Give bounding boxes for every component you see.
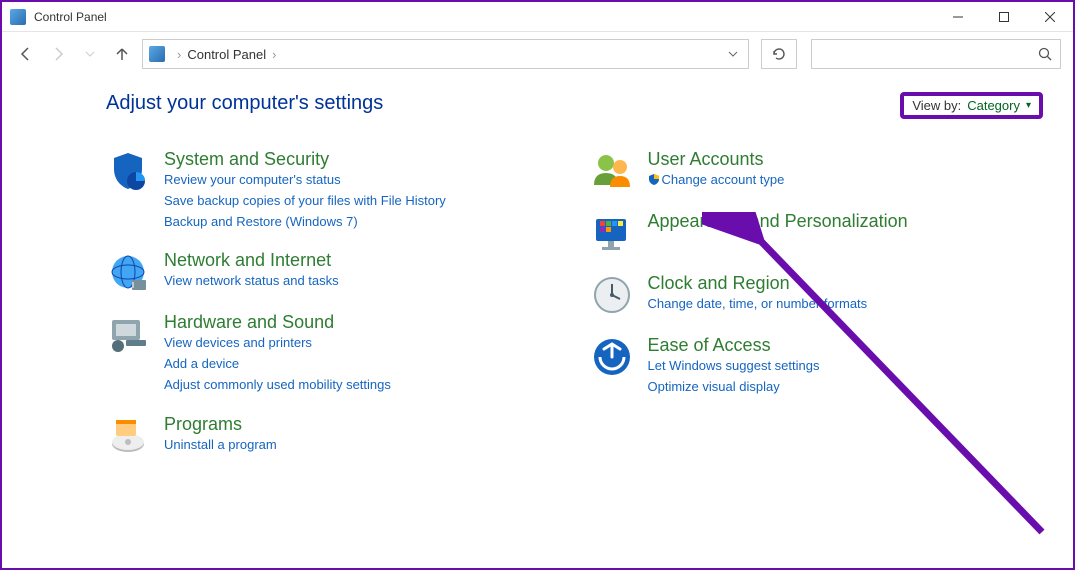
view-by-selector[interactable]: View by: Category ▾ (900, 92, 1043, 119)
uac-shield-icon (648, 173, 660, 185)
search-icon[interactable] (1038, 47, 1052, 61)
category-sublink[interactable]: Review your computer's status (164, 170, 446, 191)
category-programs: Programs Uninstall a program (106, 414, 560, 458)
category-hardware-sound: Hardware and Sound View devices and prin… (106, 312, 560, 395)
category-title-link[interactable]: Ease of Access (648, 335, 771, 355)
programs-icon (106, 414, 150, 458)
category-title-link[interactable]: Clock and Region (648, 273, 790, 293)
address-bar[interactable]: › Control Panel › (142, 39, 749, 69)
category-sublink[interactable]: Save backup copies of your files with Fi… (164, 191, 446, 212)
search-box[interactable] (811, 39, 1061, 69)
search-input[interactable] (820, 47, 1038, 62)
network-icon (106, 250, 150, 294)
maximize-button[interactable] (981, 2, 1027, 32)
titlebar: Control Panel (2, 2, 1073, 32)
user-accounts-icon (590, 149, 634, 193)
forward-button[interactable] (46, 42, 70, 66)
back-button[interactable] (14, 42, 38, 66)
category-network-internet: Network and Internet View network status… (106, 250, 560, 294)
category-sublink[interactable]: Add a device (164, 354, 391, 375)
category-clock-region: Clock and Region Change date, time, or n… (590, 273, 1044, 317)
category-appearance: Appearance and Personalization (590, 211, 1044, 255)
right-column: User Accounts Change account type Appear… (590, 149, 1044, 476)
category-title-link[interactable]: User Accounts (648, 149, 764, 169)
appearance-icon (590, 211, 634, 255)
ease-of-access-icon (590, 335, 634, 379)
category-sublink[interactable]: Change date, time, or number formats (648, 294, 868, 315)
close-button[interactable] (1027, 2, 1073, 32)
category-sublink[interactable]: View network status and tasks (164, 271, 339, 292)
category-sublink[interactable]: Backup and Restore (Windows 7) (164, 212, 446, 233)
category-system-security: System and Security Review your computer… (106, 149, 560, 232)
category-title-link[interactable]: Network and Internet (164, 250, 331, 270)
view-by-label: View by: (912, 98, 961, 113)
hardware-icon (106, 312, 150, 356)
minimize-button[interactable] (935, 2, 981, 32)
toolbar: › Control Panel › (2, 32, 1073, 76)
category-sublink[interactable]: Optimize visual display (648, 377, 820, 398)
category-user-accounts: User Accounts Change account type (590, 149, 1044, 193)
clock-icon (590, 273, 634, 317)
address-icon (149, 46, 165, 62)
category-title-link[interactable]: Programs (164, 414, 242, 434)
content-area: Adjust your computer's settings View by:… (2, 76, 1073, 476)
view-by-value: Category (967, 98, 1020, 113)
category-title-link[interactable]: Hardware and Sound (164, 312, 334, 332)
up-button[interactable] (110, 42, 134, 66)
window-title: Control Panel (34, 10, 935, 24)
refresh-button[interactable] (761, 39, 797, 69)
category-sublink[interactable]: View devices and printers (164, 333, 391, 354)
chevron-right-icon: › (177, 47, 181, 62)
category-sublink[interactable]: Let Windows suggest settings (648, 356, 820, 377)
link-text: Change account type (662, 172, 785, 187)
recent-dropdown[interactable] (78, 42, 102, 66)
category-title-link[interactable]: System and Security (164, 149, 329, 169)
control-panel-icon (10, 9, 26, 25)
category-sublink[interactable]: Change account type (648, 170, 785, 191)
category-sublink[interactable]: Uninstall a program (164, 435, 277, 456)
category-sublink[interactable]: Adjust commonly used mobility settings (164, 375, 391, 396)
page-heading: Adjust your computer's settings (106, 92, 900, 115)
address-dropdown-icon[interactable] (728, 51, 738, 57)
category-ease-of-access: Ease of Access Let Windows suggest setti… (590, 335, 1044, 398)
system-security-icon (106, 149, 150, 193)
chevron-right-icon: › (272, 47, 276, 62)
dropdown-chevron-icon: ▾ (1026, 100, 1031, 111)
category-title-link[interactable]: Appearance and Personalization (648, 211, 908, 231)
address-location: Control Panel (187, 47, 266, 62)
left-column: System and Security Review your computer… (106, 149, 560, 476)
